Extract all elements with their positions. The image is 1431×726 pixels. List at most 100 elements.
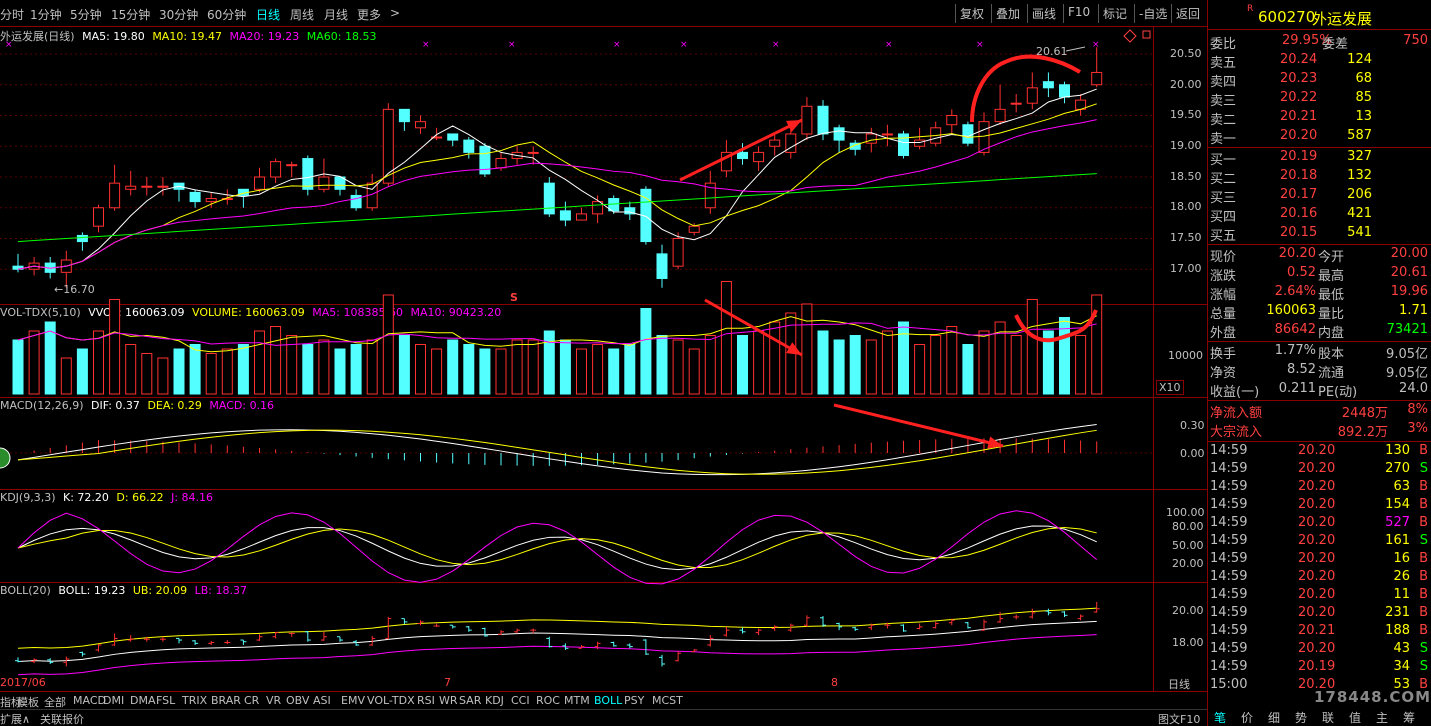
tick-volume: 188	[1385, 623, 1410, 638]
ma5-line	[17, 88, 1097, 270]
right-tab[interactable]: 势	[1295, 709, 1307, 726]
indicator-tab[interactable]: PSY	[624, 694, 644, 707]
top-marker-icon: ×	[1092, 40, 1100, 50]
d-line	[17, 527, 1097, 569]
orderbook-row[interactable]: 买四 20.16 421	[1208, 206, 1431, 225]
indicator-tab[interactable]: FSL	[156, 694, 175, 707]
candle-body	[737, 151, 748, 160]
indicator-tab[interactable]: OBV	[286, 694, 309, 707]
vol-tick: 10000	[1168, 349, 1203, 362]
tick-time: 14:59	[1210, 479, 1248, 494]
volume-bar	[28, 330, 40, 395]
related-quote-link[interactable]: 关联报价	[40, 711, 84, 726]
indicator-tab[interactable]: WR	[439, 694, 458, 707]
indicator-tab[interactable]: EMV	[341, 694, 365, 707]
indicator-tab[interactable]: DMI	[103, 694, 124, 707]
volume-bar	[463, 344, 475, 395]
right-tab[interactable]: 价	[1241, 709, 1253, 726]
tick-time: 14:59	[1210, 443, 1248, 458]
right-tab[interactable]: 笔	[1214, 709, 1226, 726]
high-marker: 20.61	[1036, 45, 1068, 58]
green-circle-icon	[0, 447, 11, 469]
tick-price: 20.20	[1298, 515, 1336, 530]
indicator-tab[interactable]: SAR	[459, 694, 481, 707]
orderbook-row[interactable]: 卖一 20.20 587	[1208, 128, 1431, 147]
indicator-tab[interactable]: VR	[266, 694, 281, 707]
orderbook-row[interactable]: 买五 20.15 541	[1208, 225, 1431, 244]
indicator-tab[interactable]: KDJ	[485, 694, 504, 707]
tick-volume: 11	[1393, 587, 1410, 602]
back-button[interactable]: 返回	[1171, 4, 1204, 23]
indicator-tab[interactable]: MTM	[564, 694, 590, 707]
indicator-tab[interactable]: MACD	[73, 694, 106, 707]
indicator-tab[interactable]: VOL-TDX	[367, 694, 415, 707]
right-tab[interactable]: 细	[1268, 709, 1280, 726]
boll-lb-line	[17, 634, 1097, 676]
tick-row: 14:59 20.20 11 B	[1208, 587, 1431, 605]
candle-body	[302, 158, 314, 190]
orderbook-row[interactable]: 买三 20.17 206	[1208, 187, 1431, 206]
indicator-tab[interactable]: RSI	[417, 694, 435, 707]
stat-label: 内盘	[1318, 326, 1345, 341]
indicator-tab[interactable]: BRAR	[211, 694, 241, 707]
indicator-tab[interactable]: CR	[244, 694, 259, 707]
tick-price: 20.20	[1298, 569, 1336, 584]
volume-bar	[817, 330, 829, 395]
indicator-tab[interactable]: CCI	[511, 694, 530, 707]
right-tab[interactable]: 筹	[1403, 709, 1415, 726]
candle-body	[318, 176, 330, 190]
orderbook-row[interactable]: 卖四 20.23 68	[1208, 71, 1431, 90]
level-volume: 327	[1347, 149, 1372, 164]
indicator-tab[interactable]: 全部	[44, 694, 66, 710]
candle-body	[672, 238, 684, 267]
right-tab[interactable]: 值	[1349, 709, 1361, 726]
orderbook-row[interactable]: 买二 20.18 132	[1208, 168, 1431, 187]
level-label: 买四	[1210, 210, 1237, 225]
annotation-arrow-macd	[833, 403, 1004, 448]
tick-volume: 26	[1393, 569, 1410, 584]
candle-body	[833, 127, 845, 141]
volume-bar	[447, 339, 459, 395]
volume-bar	[865, 339, 877, 395]
expand-link[interactable]: 扩展∧	[0, 711, 30, 726]
volume-bar	[978, 330, 990, 395]
boll-ub-line	[17, 607, 1097, 649]
kdj-tick: 50.00	[1172, 539, 1204, 552]
k-line	[17, 525, 1097, 571]
stock-name: 外运发展	[1312, 10, 1373, 28]
indicator-tab[interactable]: BOLL	[594, 694, 622, 707]
tick-time: 15:00	[1210, 677, 1248, 692]
box-icon	[1142, 30, 1151, 39]
indicator-tab[interactable]: ROC	[536, 694, 560, 707]
volume-bar	[704, 335, 716, 395]
chart-canvas[interactable]: × × × × × × × × ×	[0, 0, 1153, 690]
orderbook-row[interactable]: 卖三 20.22 85	[1208, 90, 1431, 109]
volume-bar	[769, 321, 781, 395]
orderbook-row[interactable]: 卖五 20.24 124	[1208, 52, 1431, 71]
weibi-label: 委比	[1210, 37, 1237, 52]
top-marker-icon: ×	[5, 40, 13, 50]
tick-direction: B	[1419, 497, 1428, 512]
indicator-tab[interactable]: TRIX	[182, 694, 207, 707]
f10-info-link[interactable]: 图文F10	[1158, 711, 1200, 726]
stat-value: 1.77%	[1274, 343, 1316, 358]
indicator-tab[interactable]: 模板	[17, 694, 39, 710]
tick-price: 20.20	[1298, 605, 1336, 620]
candle-body	[141, 185, 153, 188]
indicator-tab[interactable]: MCST	[652, 694, 683, 707]
tick-direction: S	[1419, 533, 1428, 548]
right-tab[interactable]: 主	[1376, 709, 1388, 726]
candle-body	[286, 164, 298, 167]
volume-bar	[302, 344, 314, 395]
right-tab[interactable]: 联	[1322, 709, 1334, 726]
candle-body	[881, 133, 893, 136]
indicator-tab[interactable]: DMA	[130, 694, 156, 707]
orderbook-row[interactable]: 卖二 20.21 13	[1208, 109, 1431, 128]
volume-bar	[833, 339, 845, 395]
period-label: 日线	[1168, 678, 1190, 691]
stat-value: 73421	[1386, 322, 1428, 337]
indicator-tab[interactable]: ASI	[313, 694, 331, 707]
stat-label: 外盘	[1210, 326, 1237, 341]
orderbook-row[interactable]: 买一 20.19 327	[1208, 149, 1431, 168]
top-marker-icon: ×	[772, 40, 780, 50]
